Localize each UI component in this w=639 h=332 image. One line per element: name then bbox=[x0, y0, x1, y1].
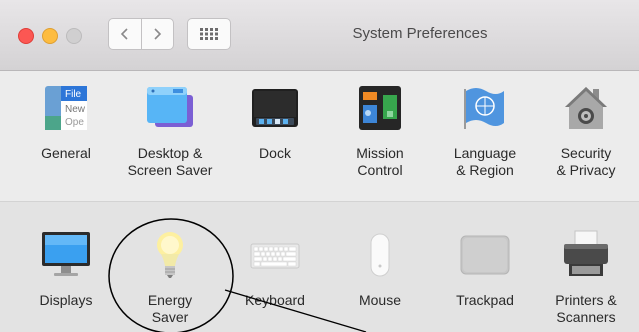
general-icon-text: Ope bbox=[65, 117, 84, 128]
pane-language-region[interactable]: Language & Region bbox=[435, 83, 535, 179]
pane-label: General bbox=[41, 145, 91, 161]
pane-label: Desktop & Screen Saver bbox=[127, 145, 213, 178]
mission-control-icon bbox=[355, 83, 405, 133]
show-all-button[interactable] bbox=[187, 18, 231, 50]
pane-keyboard[interactable]: Keyboard bbox=[225, 230, 325, 309]
pane-label: Mouse bbox=[358, 292, 402, 308]
language-region-icon bbox=[460, 83, 510, 133]
pane-label: Keyboard bbox=[245, 292, 305, 308]
pane-dock[interactable]: Dock bbox=[225, 83, 325, 162]
pane-energy-saver[interactable]: Energy Saver bbox=[120, 230, 220, 326]
pane-security-privacy[interactable]: Security & Privacy bbox=[536, 83, 636, 179]
zoom-button[interactable] bbox=[66, 28, 82, 44]
pane-desktop-screen-saver[interactable]: Desktop & Screen Saver bbox=[120, 83, 220, 179]
printers-scanners-icon bbox=[561, 230, 611, 280]
pane-mission-control[interactable]: Mission Control bbox=[330, 83, 430, 179]
navigation-buttons bbox=[108, 18, 174, 50]
preferences-row-personal: File New Ope General Desktop & Screen Sav… bbox=[0, 71, 639, 202]
pane-label: Displays bbox=[39, 292, 93, 308]
back-button[interactable] bbox=[109, 19, 141, 49]
minimize-button[interactable] bbox=[42, 28, 58, 44]
close-button[interactable] bbox=[18, 28, 34, 44]
pane-label: Dock bbox=[259, 145, 291, 161]
pane-label: Trackpad bbox=[456, 292, 514, 308]
pane-label: Printers & Scanners bbox=[555, 292, 617, 325]
general-icon: File New Ope bbox=[41, 83, 91, 133]
pane-label: Mission Control bbox=[356, 145, 404, 178]
energy-saver-icon bbox=[145, 230, 195, 280]
displays-icon bbox=[41, 230, 91, 280]
pane-displays[interactable]: Displays bbox=[16, 230, 116, 309]
pane-printers-scanners[interactable]: Printers & Scanners bbox=[536, 230, 636, 326]
mouse-icon bbox=[355, 230, 405, 280]
security-privacy-icon bbox=[561, 83, 611, 133]
trackpad-icon bbox=[460, 230, 510, 280]
chevron-left-icon bbox=[120, 28, 128, 40]
preferences-row-hardware: Displays Energy Saver Keyboard Mouse Tra… bbox=[0, 202, 639, 332]
pane-mouse[interactable]: Mouse bbox=[330, 230, 430, 309]
pane-label: Energy Saver bbox=[147, 292, 193, 325]
keyboard-icon bbox=[250, 230, 300, 280]
pane-label: Language & Region bbox=[453, 145, 517, 178]
dock-icon bbox=[250, 83, 300, 133]
pane-trackpad[interactable]: Trackpad bbox=[435, 230, 535, 309]
chevron-right-icon bbox=[154, 28, 162, 40]
general-icon-text: New bbox=[65, 104, 86, 115]
forward-button[interactable] bbox=[140, 19, 174, 49]
show-all-grid-icon bbox=[200, 28, 218, 40]
desktop-screensaver-icon bbox=[145, 83, 195, 133]
general-icon-text: File bbox=[65, 89, 82, 100]
pane-label: Security & Privacy bbox=[556, 145, 616, 178]
window-title: System Preferences bbox=[352, 25, 488, 42]
title-bar: System Preferences bbox=[0, 0, 639, 71]
pane-general[interactable]: File New Ope General bbox=[16, 83, 116, 162]
